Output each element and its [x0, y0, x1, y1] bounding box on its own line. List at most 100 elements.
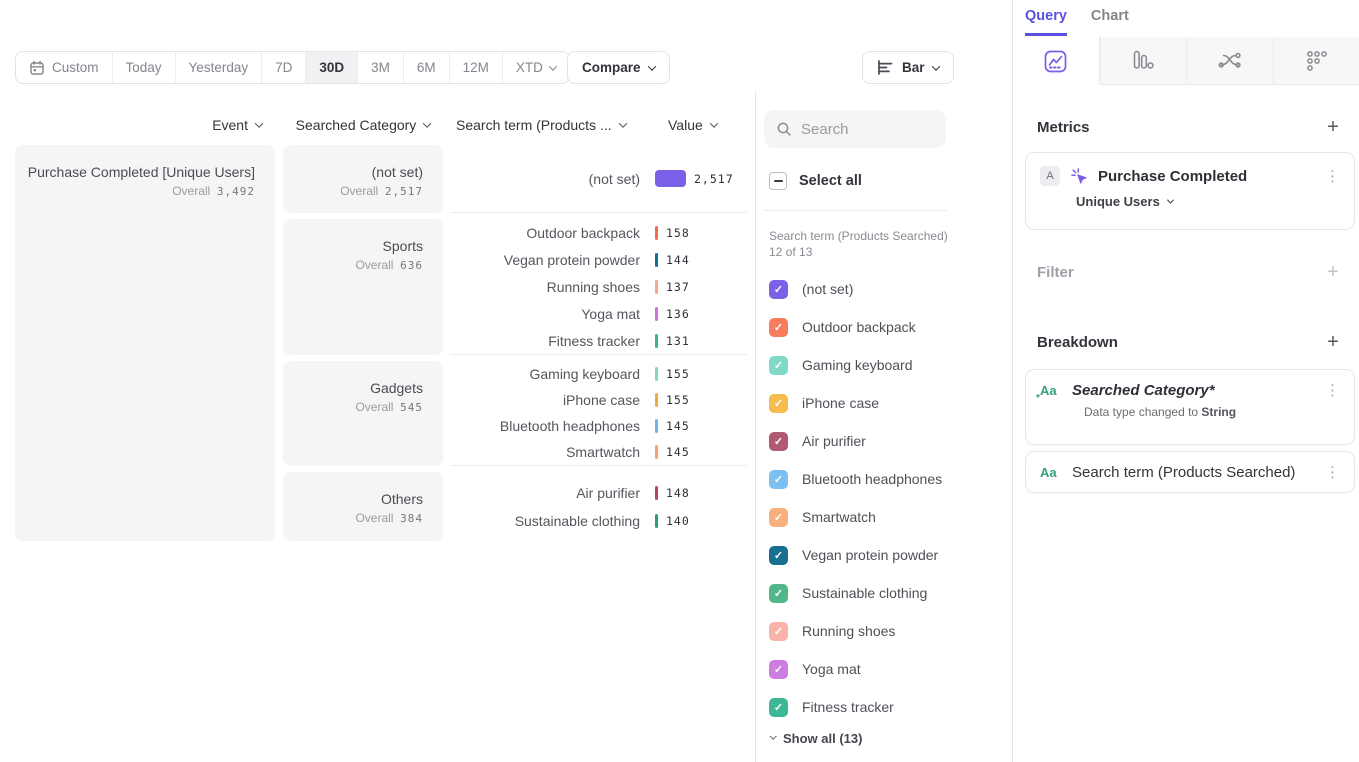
tab-flows[interactable]	[1186, 37, 1273, 85]
chevron-down-icon	[618, 119, 626, 127]
legend-item[interactable]: ✓Outdoor backpack	[769, 308, 999, 346]
legend-item-checkbox[interactable]: ✓	[769, 280, 788, 299]
legend-item[interactable]: ✓(not set)	[769, 270, 999, 308]
legend-item[interactable]: ✓Running shoes	[769, 612, 999, 650]
tab-insights[interactable]	[1013, 37, 1100, 85]
value-label: 158	[666, 226, 690, 240]
value-bar	[655, 226, 658, 240]
table-row[interactable]: Vegan protein powder144	[450, 246, 747, 273]
legend-item-checkbox[interactable]: ✓	[769, 356, 788, 375]
date-range-label: 12M	[463, 60, 489, 75]
kebab-menu-icon[interactable]: ⋮	[1325, 465, 1340, 480]
legend-item-checkbox[interactable]: ✓	[769, 660, 788, 679]
legend-item-checkbox[interactable]: ✓	[769, 698, 788, 717]
flows-icon	[1218, 50, 1241, 71]
search-term-label: Outdoor backpack	[450, 225, 640, 241]
category-cell[interactable]: OthersOverall 384	[283, 472, 443, 541]
table-row[interactable]: Air purifier148	[450, 479, 747, 507]
search-box[interactable]	[764, 110, 946, 148]
value-bar	[655, 486, 658, 500]
breakdown-card-row: AaSearch term (Products Searched)⋮	[1026, 464, 1354, 481]
legend-item-checkbox[interactable]: ✓	[769, 546, 788, 565]
legend-item[interactable]: ✓iPhone case	[769, 384, 999, 422]
measure-dropdown[interactable]: Unique Users	[1076, 194, 1354, 209]
row-group: (not set)2,517	[450, 145, 747, 213]
value-bar	[655, 253, 658, 267]
legend-item[interactable]: ✓ Vegan protein powder	[769, 536, 999, 574]
table-row[interactable]: (not set)2,517	[450, 165, 747, 193]
date-range-12m[interactable]: 12M	[449, 52, 502, 83]
table-row[interactable]: Yoga mat136	[450, 300, 747, 327]
date-range-6m[interactable]: 6M	[403, 52, 449, 83]
kebab-menu-icon[interactable]: ⋮	[1325, 383, 1340, 398]
category-cell[interactable]: GadgetsOverall 545	[283, 361, 443, 466]
event-name: Purchase Completed [Unique Users]	[27, 163, 255, 181]
add-filter-button[interactable]: +	[1323, 262, 1343, 282]
property-type-icon: Aa*	[1040, 383, 1062, 398]
date-range-today[interactable]: Today	[112, 52, 175, 83]
category-cell[interactable]: Sports Overall 636	[283, 219, 443, 355]
column-header-search-term[interactable]: Search term (Products ...	[456, 116, 626, 134]
search-term-label: iPhone case	[450, 392, 640, 408]
table-row[interactable]: Smartwatch145	[450, 439, 747, 465]
table-row[interactable]: Fitness tracker131	[450, 327, 747, 354]
category-overall: Overall 636	[295, 258, 423, 272]
tab-query[interactable]: Query	[1025, 8, 1067, 36]
table-row[interactable]: Sustainable clothing140	[450, 507, 747, 535]
legend-item-label: Fitness tracker	[802, 699, 894, 715]
tab-funnels[interactable]	[1100, 37, 1187, 85]
breakdown-card[interactable]: AaSearch term (Products Searched)⋮	[1025, 451, 1355, 493]
add-breakdown-button[interactable]: +	[1323, 332, 1343, 352]
table-row[interactable]: Running shoes137	[450, 273, 747, 300]
legend-item-label: Vegan protein powder	[802, 547, 938, 563]
legend-item-checkbox[interactable]: ✓	[769, 318, 788, 337]
category-cell[interactable]: (not set)Overall 2,517	[283, 145, 443, 213]
date-range-30d[interactable]: 30D	[305, 52, 357, 83]
metric-card[interactable]: A Purchase Completed ⋮ Unique Users	[1025, 152, 1355, 230]
date-range-yesterday[interactable]: Yesterday	[175, 52, 262, 83]
legend-item-label: Smartwatch	[802, 509, 876, 525]
chart-type-button[interactable]: Bar	[862, 51, 954, 84]
legend-item[interactable]: ✓ Smartwatch	[769, 498, 999, 536]
add-metric-button[interactable]: +	[1323, 117, 1343, 137]
legend-item[interactable]: ✓Bluetooth headphones	[769, 460, 999, 498]
legend-item-checkbox[interactable]: ✓	[769, 584, 788, 603]
tab-chart[interactable]: Chart	[1091, 8, 1129, 36]
compare-button[interactable]: Compare	[567, 51, 670, 84]
legend-item-checkbox[interactable]: ✓	[769, 394, 788, 413]
row-group: Outdoor backpack 158 Vegan protein powder1…	[450, 219, 747, 355]
row-group: Gaming keyboard155iPhone case155Bluetoot…	[450, 361, 747, 466]
kebab-menu-icon[interactable]: ⋮	[1325, 169, 1340, 184]
select-all-checkbox[interactable]: Select all	[769, 172, 862, 190]
legend-item-checkbox[interactable]: ✓	[769, 508, 788, 527]
search-input[interactable]	[801, 121, 921, 138]
legend-item-checkbox[interactable]: ✓	[769, 432, 788, 451]
category-name: Sports	[295, 237, 423, 255]
date-range-label: 6M	[417, 60, 436, 75]
legend-item[interactable]: ✓Gaming keyboard	[769, 346, 999, 384]
date-range-label: 3M	[371, 60, 390, 75]
date-range-custom[interactable]: Custom	[16, 52, 112, 83]
column-header-searched-category[interactable]: Searched Category	[283, 116, 443, 134]
legend-item-checkbox[interactable]: ✓	[769, 470, 788, 489]
table-row[interactable]: Outdoor backpack 158	[450, 219, 747, 246]
category-name: (not set)	[295, 163, 423, 181]
table-row[interactable]: Bluetooth headphones145	[450, 413, 747, 439]
column-header-event[interactable]: Event	[15, 116, 262, 134]
tab-retention[interactable]	[1273, 37, 1359, 85]
date-range-xtd[interactable]: XTD	[502, 52, 569, 83]
column-header-value[interactable]: Value	[668, 116, 717, 134]
event-cell[interactable]: Purchase Completed [Unique Users] Overal…	[15, 145, 275, 541]
show-all-link[interactable]: Show all (13)	[770, 731, 862, 746]
legend-item[interactable]: ✓Sustainable clothing	[769, 574, 999, 612]
value-label: 144	[666, 253, 690, 267]
table-row[interactable]: iPhone case155	[450, 387, 747, 413]
legend-item[interactable]: ✓Air purifier	[769, 422, 999, 460]
date-range-3m[interactable]: 3M	[357, 52, 403, 83]
legend-item-checkbox[interactable]: ✓	[769, 622, 788, 641]
date-range-7d[interactable]: 7D	[261, 52, 305, 83]
legend-item[interactable]: ✓ Fitness tracker	[769, 688, 999, 726]
table-row[interactable]: Gaming keyboard155	[450, 361, 747, 387]
breakdown-card[interactable]: Aa*Searched Category*⋮Data type changed …	[1025, 369, 1355, 445]
legend-item[interactable]: ✓Yoga mat	[769, 650, 999, 688]
